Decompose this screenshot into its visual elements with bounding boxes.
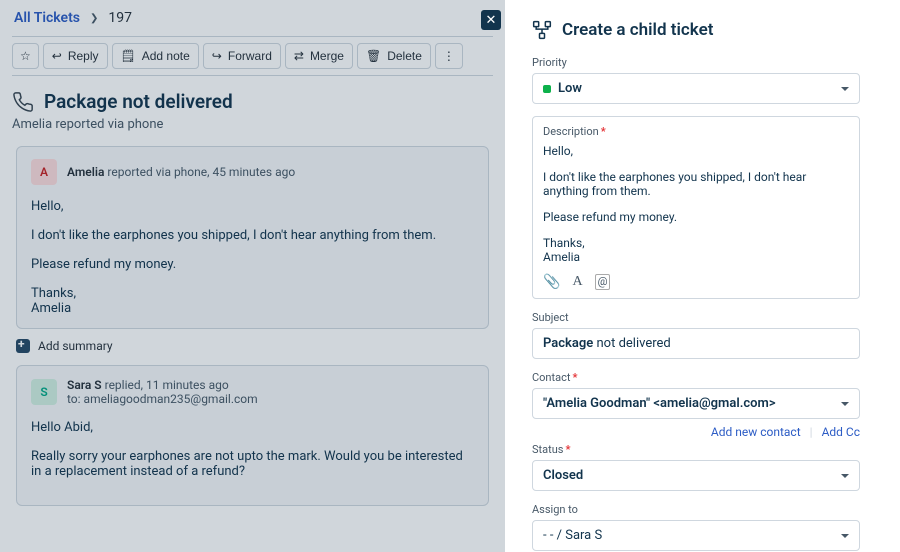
attachment-icon[interactable]: 📎	[543, 274, 560, 290]
contact-actions: Add new contact | Add Cc	[532, 425, 860, 439]
description-label: Description*	[533, 117, 859, 138]
priority-field: Priority Low	[532, 56, 860, 104]
add-summary-button[interactable]: Add summary	[16, 339, 489, 353]
close-icon: ✕	[486, 13, 497, 28]
priority-dot-icon	[543, 85, 551, 93]
conv-line: I don't like the earphones you shipped, …	[31, 228, 474, 243]
font-icon[interactable]: A	[572, 274, 582, 290]
insert-placeholder-icon[interactable]: @	[595, 274, 611, 290]
ticket-subject: Package not delivered	[44, 90, 233, 113]
contact-value: "Amelia Goodman" <amelia@gmal.com>	[543, 396, 776, 411]
conversation-agent: S Sara S replied, 11 minutes ago to: ame…	[16, 365, 489, 506]
add-note-label: Add note	[142, 49, 190, 63]
status-select[interactable]: Closed	[532, 460, 860, 491]
close-button[interactable]: ✕	[481, 10, 501, 30]
breadcrumb-root-link[interactable]: All Tickets	[14, 10, 80, 26]
status-value: Closed	[543, 468, 583, 483]
panel-title-text: Create a child ticket	[562, 20, 713, 40]
plus-square-icon	[16, 339, 30, 353]
subject-row: Package not delivered	[12, 90, 493, 113]
add-summary-label: Add summary	[38, 339, 113, 353]
conv-line: Really sorry your earphones are not upto…	[31, 449, 474, 479]
status-label: Status*	[532, 443, 860, 456]
reply-icon: ↩	[52, 49, 62, 63]
conv-line: Hello,	[31, 199, 474, 214]
conv-line: Hello Abid,	[31, 420, 474, 435]
forward-button[interactable]: ↪ Forward	[203, 43, 281, 69]
kebab-icon: ⋮	[443, 49, 455, 63]
contact-field: Contact* "Amelia Goodman" <amelia@gmal.c…	[532, 371, 860, 439]
star-button[interactable]: ☆	[12, 43, 39, 69]
breadcrumb-ticket-id: 197	[108, 10, 132, 26]
description-field: Description* Hello, I don't like the ear…	[532, 116, 860, 299]
conv-meta: Amelia reported via phone, 45 minutes ag…	[67, 165, 295, 179]
panel-title: Create a child ticket	[532, 12, 860, 40]
more-actions-button[interactable]: ⋮	[435, 43, 463, 69]
avatar: A	[31, 159, 57, 185]
phone-icon	[12, 91, 34, 113]
star-icon: ☆	[20, 49, 31, 63]
status-field: Status* Closed	[532, 443, 860, 491]
merge-icon: ⇄	[294, 49, 304, 63]
subject-input[interactable]: Package not delivered	[532, 328, 860, 359]
assign-to-label: Assign to	[532, 503, 860, 516]
conv-line: Thanks,	[31, 286, 474, 301]
priority-label: Priority	[532, 56, 860, 69]
subject-label: Subject	[532, 311, 860, 324]
delete-button[interactable]: 🗑 Delete	[357, 43, 431, 69]
avatar: S	[31, 379, 57, 405]
merge-label: Merge	[310, 49, 344, 63]
forward-icon: ↪	[212, 49, 222, 63]
add-new-contact-link[interactable]: Add new contact	[711, 425, 801, 439]
subject-field: Subject Package not delivered	[532, 311, 860, 359]
separator: |	[810, 425, 813, 439]
conv-meta: Sara S replied, 11 minutes ago	[67, 378, 258, 392]
contact-select[interactable]: "Amelia Goodman" <amelia@gmal.com>	[532, 388, 860, 419]
assign-to-field: Assign to - - / Sara S	[532, 503, 860, 551]
merge-button[interactable]: ⇄ Merge	[285, 43, 353, 69]
forward-label: Forward	[228, 49, 272, 63]
add-note-button[interactable]: 🗒 Add note	[112, 43, 199, 69]
contact-label: Contact*	[532, 371, 860, 384]
assign-to-value: - - / Sara S	[543, 528, 602, 543]
chevron-right-icon: ❯	[90, 13, 98, 24]
ticket-toolbar: ☆ ↩ Reply 🗒 Add note ↪ Forward ⇄ Merge 🗑 Dele…	[12, 36, 493, 76]
conv-line: Please refund my money.	[31, 257, 474, 272]
assign-to-select[interactable]: - - / Sara S	[532, 520, 860, 551]
trash-icon: 🗑	[366, 49, 381, 63]
editor-toolbar: 📎 A @	[533, 270, 859, 298]
conversation-customer: A Amelia reported via phone, 45 minutes …	[16, 146, 489, 329]
ticket-detail-background: All Tickets ❯ 197 ☆ ↩ Reply 🗒 Add note ↪ Fo…	[0, 0, 505, 552]
add-cc-link[interactable]: Add Cc	[822, 425, 860, 439]
conv-to: to: ameliagoodman235@gmail.com	[67, 392, 258, 406]
reply-label: Reply	[68, 49, 99, 63]
note-icon: 🗒	[121, 49, 136, 63]
reply-button[interactable]: ↩ Reply	[43, 43, 108, 69]
priority-select[interactable]: Low	[532, 73, 860, 104]
priority-value: Low	[558, 81, 582, 96]
delete-label: Delete	[387, 49, 422, 63]
create-child-ticket-panel: Create a child ticket Priority Low Descr…	[512, 0, 880, 552]
child-ticket-icon	[532, 20, 552, 40]
conv-line: Amelia	[31, 301, 474, 316]
description-editor[interactable]: Hello, I don't like the earphones you sh…	[533, 138, 859, 270]
reported-via: Amelia reported via phone	[12, 117, 493, 132]
breadcrumb: All Tickets ❯ 197	[12, 0, 493, 36]
